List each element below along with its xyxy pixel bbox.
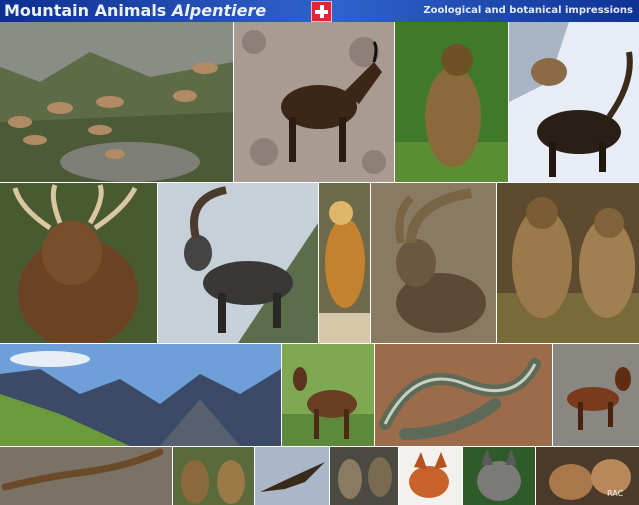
photo-slow-worm	[0, 447, 172, 505]
photo-marmots-pair	[497, 183, 639, 343]
photo-snake	[375, 344, 552, 446]
photo-chamois-rocks	[234, 22, 394, 182]
photo-ibex-horns	[371, 183, 496, 343]
tagline: Zoological and botanical impressions	[423, 5, 633, 16]
photo-credit: RAC	[607, 489, 624, 498]
photo-bearded-vulture	[319, 183, 370, 343]
photo-eagle-flying	[255, 447, 329, 505]
photo-ibex-profile	[158, 183, 318, 343]
title-sub: Alpentiere	[171, 1, 267, 20]
page-title: Mountain Animals Alpentiere	[4, 1, 266, 21]
photo-marmots-fighting	[173, 447, 254, 505]
photo-chamois-leaping	[553, 344, 639, 446]
header-bar: Mountain Animals Alpentiere Zoological a…	[0, 0, 639, 22]
photo-ibex-snow	[509, 22, 639, 182]
photo-marmot-standing	[395, 22, 508, 182]
photo-wildcat	[536, 447, 639, 505]
photo-ibex-herd	[0, 22, 233, 182]
photo-alpine-landscape	[0, 344, 281, 446]
photo-chamois-meadow	[282, 344, 374, 446]
photo-red-deer	[0, 183, 157, 343]
title-main: Mountain Animals	[4, 1, 167, 20]
photo-owls	[330, 447, 398, 505]
swiss-flag-icon	[311, 1, 332, 22]
photo-fox	[399, 447, 462, 505]
photo-wolf	[463, 447, 535, 505]
